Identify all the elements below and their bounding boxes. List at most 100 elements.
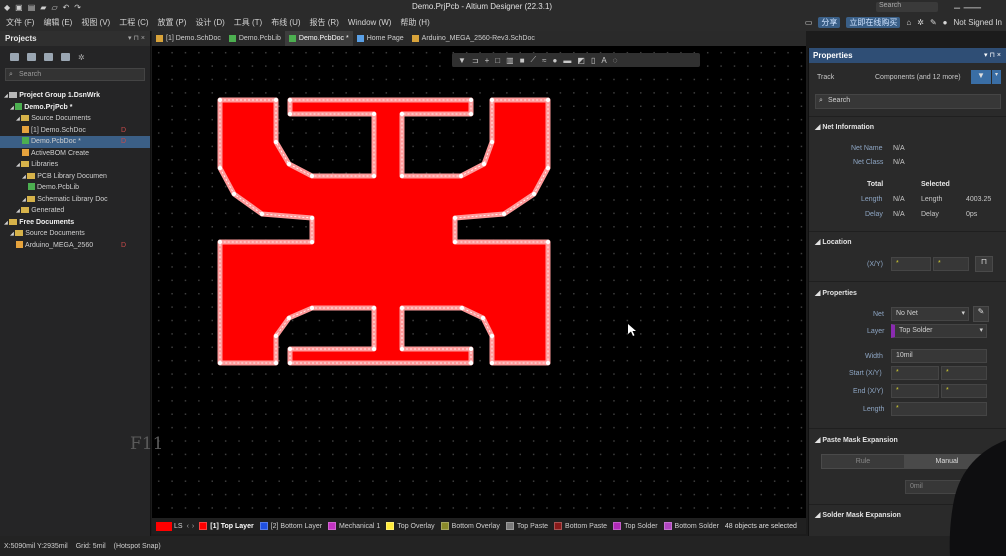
home-icon[interactable]: ⌂	[906, 18, 911, 27]
vertex-handle[interactable]	[545, 239, 551, 245]
selection-filter-text[interactable]: Components (and 12 more)	[875, 74, 961, 81]
vertex-handle[interactable]	[286, 315, 292, 321]
via-icon[interactable]: ●	[553, 56, 558, 65]
buy-online-button[interactable]: 立即在线购买	[846, 17, 901, 28]
vertex-handle[interactable]	[273, 333, 279, 339]
tree-node[interactable]: ◢ Demo.PrjPcb *	[0, 102, 150, 114]
net-information-section[interactable]: ◢ Net Information	[815, 123, 874, 131]
fill-icon[interactable]: ■	[520, 56, 525, 65]
length-field[interactable]: *	[891, 402, 987, 416]
menu-edit[interactable]: 编辑 (E)	[43, 17, 72, 28]
open-project-folder-icon[interactable]	[44, 53, 53, 61]
solder-mask-section[interactable]: ◢ Solder Mask Expansion	[815, 511, 901, 519]
vertex-handle[interactable]	[545, 360, 551, 366]
layer-set-label[interactable]: LS	[174, 523, 183, 530]
projects-search-input[interactable]: ⌕ Search	[5, 68, 145, 81]
vertex-handle[interactable]	[273, 139, 279, 145]
vertex-handle[interactable]	[309, 239, 315, 245]
vertex-handle[interactable]	[287, 111, 293, 117]
tree-node[interactable]: ◢ Project Group 1.DsnWrk	[0, 90, 150, 102]
vertex-handle[interactable]	[399, 346, 405, 352]
lock-button[interactable]: ⊓	[975, 256, 993, 272]
vertex-handle[interactable]	[371, 173, 377, 179]
vertex-handle[interactable]	[489, 97, 495, 103]
layer-tab[interactable]: Bottom Paste	[554, 522, 607, 530]
menu-help[interactable]: 帮助 (H)	[400, 17, 429, 28]
diff-pair-icon[interactable]: ≈	[542, 56, 546, 65]
vertex-handle[interactable]	[399, 111, 405, 117]
cross-icon[interactable]: +	[485, 56, 490, 65]
vertex-handle[interactable]	[501, 211, 507, 217]
tree-node[interactable]: ◢ Generated	[0, 205, 150, 217]
vertex-handle[interactable]	[217, 239, 223, 245]
document-tab[interactable]: [1] Demo.SchDoc	[152, 31, 225, 46]
tree-node[interactable]: ActiveBOM Create	[0, 148, 150, 160]
vertex-handle[interactable]	[371, 111, 377, 117]
properties-panel-controls[interactable]: ▾ ⊓ ×	[984, 48, 1001, 63]
vertex-handle[interactable]	[309, 173, 315, 179]
vertex-handle[interactable]	[259, 211, 265, 217]
location-y-field[interactable]: *	[933, 257, 969, 271]
menu-view[interactable]: 视图 (V)	[81, 17, 110, 28]
vertex-handle[interactable]	[468, 360, 474, 366]
pin-icon[interactable]: ◌	[613, 56, 618, 65]
share-button[interactable]: 分享	[818, 17, 841, 28]
menu-place[interactable]: 放置 (P)	[158, 17, 187, 28]
app-logo-icon[interactable]: ◆	[4, 3, 10, 12]
tree-node[interactable]: Arduino_MEGA_2560 D	[0, 240, 150, 252]
tree-node[interactable]: ◢ Schematic Library Doc	[0, 194, 150, 206]
vertex-handle[interactable]	[217, 165, 223, 171]
project-settings-gear-icon[interactable]: ✲	[78, 53, 85, 62]
vertex-handle[interactable]	[217, 360, 223, 366]
width-field[interactable]: 10mil	[891, 349, 987, 363]
vertex-handle[interactable]	[489, 333, 495, 339]
layer-tab[interactable]: [2] Bottom Layer	[259, 522, 322, 530]
vertex-handle[interactable]	[452, 215, 458, 221]
region-icon[interactable]: ◩	[577, 56, 585, 65]
filter-icon[interactable]: ▼	[458, 56, 466, 65]
vertex-handle[interactable]	[231, 191, 237, 197]
tree-node[interactable]: Demo.PcbLib	[0, 182, 150, 194]
pcb-drawing[interactable]	[152, 46, 806, 518]
select-rect-icon[interactable]: □	[495, 56, 500, 65]
vertex-handle[interactable]	[545, 97, 551, 103]
menu-design[interactable]: 设计 (D)	[195, 17, 224, 28]
copper-region[interactable]	[220, 100, 548, 363]
save-project-icon[interactable]	[10, 53, 19, 61]
tree-node[interactable]: [1] Demo.SchDoc D	[0, 125, 150, 137]
open-document-icon[interactable]	[27, 53, 36, 61]
vertex-handle[interactable]	[468, 346, 474, 352]
vertex-handle[interactable]	[531, 191, 537, 197]
vertex-handle[interactable]	[287, 97, 293, 103]
global-search-input[interactable]: Search	[876, 2, 938, 12]
tree-node[interactable]: ◢ Source Documents	[0, 113, 150, 125]
tree-node[interactable]: ◢ Libraries	[0, 159, 150, 171]
layer-tab[interactable]: [1] Top Layer	[199, 522, 254, 530]
vertex-handle[interactable]	[545, 165, 551, 171]
layer-tab[interactable]: Mechanical 1	[328, 522, 380, 530]
dimension-icon[interactable]: ▯	[591, 56, 595, 65]
align-icon[interactable]: ▥	[506, 56, 514, 65]
net-select[interactable]: No Net ▾	[891, 307, 969, 321]
filter-button[interactable]: ▼	[971, 70, 991, 84]
vertex-handle[interactable]	[468, 111, 474, 117]
properties-search-input[interactable]: ⌕ Search	[815, 94, 1001, 109]
window-controls[interactable]: – ⸺	[954, 0, 982, 15]
vertex-handle[interactable]	[458, 173, 464, 179]
route-icon[interactable]: ⊐	[472, 56, 479, 65]
save-all-icon[interactable]: ▤	[28, 3, 36, 12]
open-icon[interactable]: ▰	[40, 3, 46, 12]
redo-icon[interactable]: ↷	[74, 3, 81, 12]
end-y-field[interactable]: *	[941, 384, 987, 398]
layer-tab[interactable]: Bottom Solder	[663, 522, 719, 530]
vertex-handle[interactable]	[399, 305, 405, 311]
menu-window[interactable]: Window (W)	[348, 18, 392, 27]
vertex-handle[interactable]	[217, 97, 223, 103]
settings-gear-icon[interactable]: ✲	[917, 18, 924, 27]
undo-icon[interactable]: ↶	[63, 3, 70, 12]
vertex-handle[interactable]	[371, 305, 377, 311]
user-name[interactable]: Not Signed In	[954, 18, 1002, 27]
layer-tab[interactable]: Bottom Overlay	[440, 522, 500, 530]
text-icon[interactable]: A	[601, 56, 606, 65]
document-tab[interactable]: Demo.PcbLib	[225, 31, 285, 46]
